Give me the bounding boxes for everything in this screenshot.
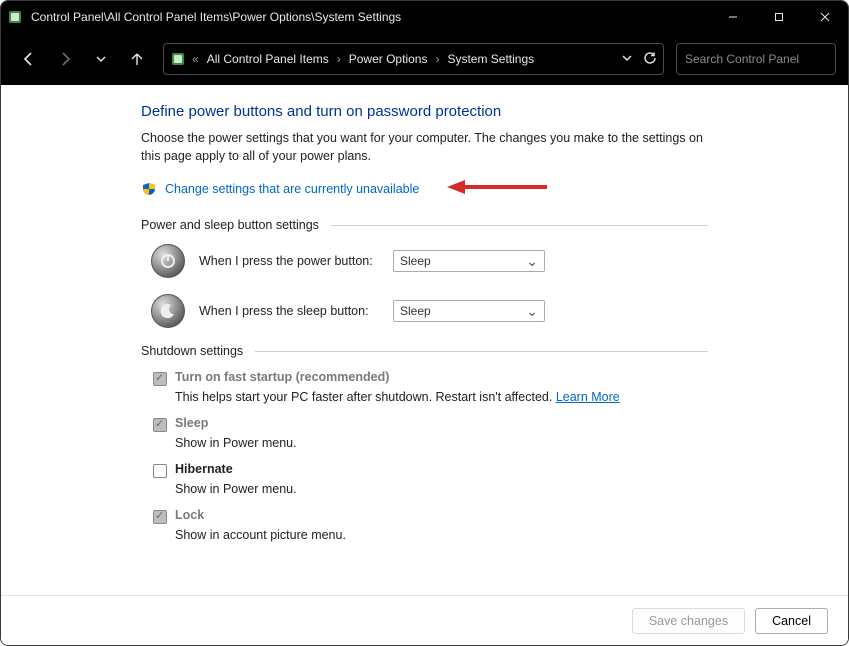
power-button-action-value: Sleep <box>400 254 431 268</box>
annotation-arrow-icon <box>447 177 547 200</box>
uac-shield-icon <box>141 181 157 197</box>
search-box[interactable] <box>676 43 836 75</box>
maximize-button[interactable] <box>756 1 802 33</box>
section-power-sleep-buttons: Power and sleep button settings <box>141 218 319 232</box>
control-panel-icon <box>170 51 186 67</box>
sleep-checkbox <box>153 418 167 432</box>
up-button[interactable] <box>121 43 153 75</box>
fast-startup-checkbox <box>153 372 167 386</box>
page-subtext: Choose the power settings that you want … <box>141 130 708 165</box>
back-button[interactable] <box>13 43 45 75</box>
lock-checkbox <box>153 510 167 524</box>
hibernate-label: Hibernate <box>175 462 233 476</box>
divider <box>255 351 708 352</box>
page-title: Define power buttons and turn on passwor… <box>141 103 708 120</box>
window-title: Control Panel\All Control Panel Items\Po… <box>31 10 710 24</box>
lock-label: Lock <box>175 508 204 522</box>
sleep-desc: Show in Power menu. <box>175 436 708 450</box>
sleep-label: Sleep <box>175 416 208 430</box>
cancel-button[interactable]: Cancel <box>755 608 828 634</box>
minimize-button[interactable] <box>710 1 756 33</box>
control-panel-icon <box>7 9 23 25</box>
chevron-right-icon[interactable]: › <box>337 52 341 66</box>
search-input[interactable] <box>685 52 840 66</box>
chevron-right-icon[interactable]: › <box>435 52 439 66</box>
sleep-button-action-value: Sleep <box>400 304 431 318</box>
recent-locations-button[interactable] <box>85 43 117 75</box>
learn-more-link[interactable]: Learn More <box>556 390 620 404</box>
history-chevron-icon[interactable]: « <box>192 52 199 66</box>
hibernate-checkbox <box>153 464 167 478</box>
breadcrumb[interactable]: System Settings <box>445 52 536 66</box>
power-button-action-select[interactable]: Sleep <box>393 250 545 272</box>
fast-startup-desc: This helps start your PC faster after sh… <box>175 390 708 404</box>
sleep-button-action-label: When I press the sleep button: <box>199 304 379 318</box>
sleep-button-action-select[interactable]: Sleep <box>393 300 545 322</box>
divider <box>331 225 708 226</box>
section-shutdown-settings: Shutdown settings <box>141 344 243 358</box>
forward-button[interactable] <box>49 43 81 75</box>
refresh-button[interactable] <box>643 51 657 68</box>
hibernate-desc: Show in Power menu. <box>175 482 708 496</box>
power-icon <box>151 244 185 278</box>
sleep-icon <box>151 294 185 328</box>
power-button-action-label: When I press the power button: <box>199 254 379 268</box>
save-changes-button: Save changes <box>632 608 745 634</box>
fast-startup-label: Turn on fast startup (recommended) <box>175 370 389 384</box>
breadcrumb[interactable]: Power Options <box>347 52 430 66</box>
change-unavailable-settings-link[interactable]: Change settings that are currently unava… <box>165 182 419 196</box>
address-bar[interactable]: « All Control Panel Items › Power Option… <box>163 43 664 75</box>
close-button[interactable] <box>802 1 848 33</box>
previous-locations-button[interactable] <box>621 52 633 67</box>
lock-desc: Show in account picture menu. <box>175 528 708 542</box>
breadcrumb[interactable]: All Control Panel Items <box>205 52 331 66</box>
